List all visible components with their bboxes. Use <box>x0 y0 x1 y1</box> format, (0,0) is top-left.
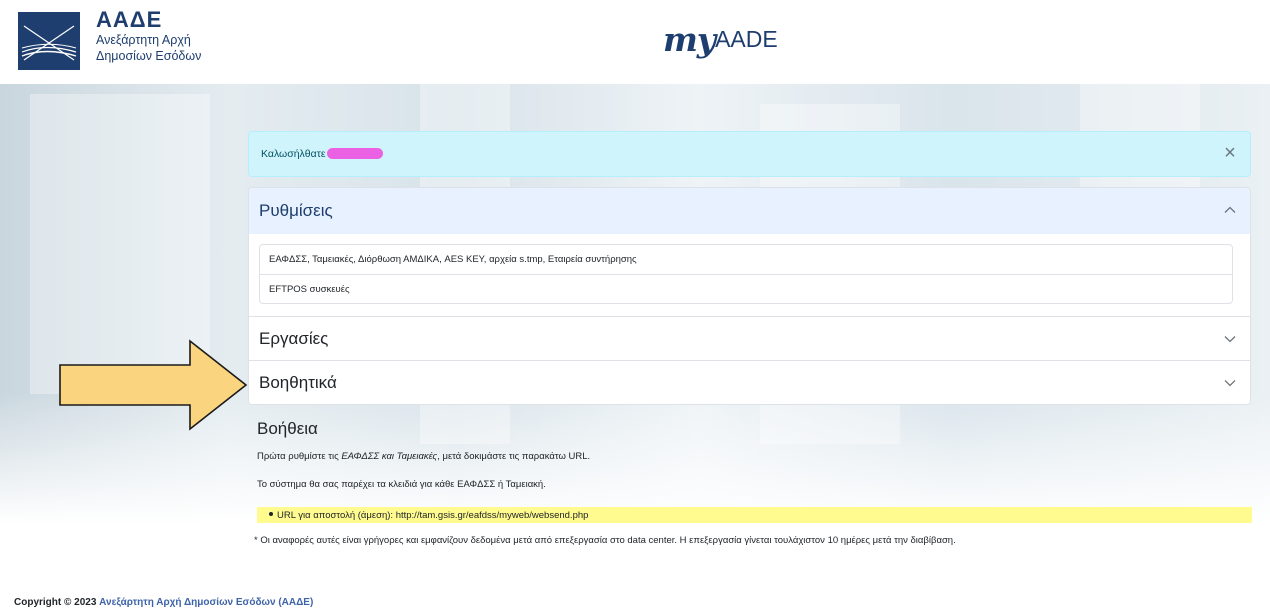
help-note: * Οι αναφορές αυτές είναι γρήγορες και ε… <box>254 535 956 546</box>
myaade-brand-logo[interactable]: myAADE <box>663 20 778 60</box>
help-p1-end: , μετά δοκιμάστε τις παρακάτω URL. <box>437 451 591 462</box>
menu-accordion: Ρυθμίσεις ΕΑΦΔΣΣ, Ταμειακές, Διόρθωση ΑΜ… <box>248 187 1251 405</box>
accordion-header-tasks[interactable]: Εργασίες <box>249 316 1250 360</box>
help-paragraph-1: Πρώτα ρυθμίστε τις ΕΑΦΔΣΣ και Ταμειακές,… <box>257 451 590 462</box>
welcome-alert: Καλωσήλθατε × <box>248 131 1251 177</box>
help-section: Βοήθεια Πρώτα ρυθμίστε τις ΕΑΦΔΣΣ και Τα… <box>254 419 1252 546</box>
help-url-item: URL για αποστολή (άμεση): http://tam.gsi… <box>257 507 1252 523</box>
brand-my: my <box>663 20 716 59</box>
list-item-eftpos[interactable]: EFTPOS συσκευές <box>260 274 1232 303</box>
accordion-header-settings[interactable]: Ρυθμίσεις <box>249 188 1250 234</box>
chevron-down-icon <box>1224 380 1236 387</box>
chevron-down-icon <box>1224 336 1236 343</box>
list-item-eafdss[interactable]: ΕΑΦΔΣΣ, Ταμειακές, Διόρθωση ΑΜΔΙΚΑ, AES … <box>260 245 1232 274</box>
accordion-title-tasks: Εργασίες <box>259 329 329 348</box>
brand-aade: AADE <box>715 26 778 52</box>
org-name-line1: Ανεξάρτητη Αρχή <box>96 33 191 47</box>
footer: Copyright © 2023 Ανεξάρτητη Αρχή Δημοσίω… <box>14 597 313 608</box>
footer-copyright: Copyright © 2023 <box>14 597 97 608</box>
footer-aade-link[interactable]: Ανεξάρτητη Αρχή Δημοσίων Εσόδων (ΑΑΔΕ) <box>99 597 313 608</box>
welcome-text: Καλωσήλθατε <box>261 148 326 160</box>
help-paragraph-2: Το σύστημα θα σας παρέχει τα κλειδιά για… <box>257 479 546 490</box>
redacted-username <box>327 148 383 159</box>
accordion-title-settings: Ρυθμίσεις <box>259 201 333 220</box>
aade-logo-icon[interactable] <box>18 12 80 70</box>
chevron-up-icon <box>1224 206 1236 213</box>
arrow-right-icon <box>59 339 248 431</box>
help-title: Βοήθεια <box>257 419 318 438</box>
help-p1-start: Πρώτα ρυθμίστε τις <box>257 451 342 462</box>
org-abbreviation: ΑΑΔΕ <box>96 7 163 32</box>
help-p1-emphasis: ΕΑΦΔΣΣ και Ταμειακές <box>341 451 438 462</box>
org-name-line2: Δημοσίων Εσόδων <box>96 49 202 63</box>
accordion-header-utilities[interactable]: Βοηθητικά <box>249 360 1250 404</box>
top-header: ΑΑΔΕ Ανεξάρτητη Αρχή Δημοσίων Εσόδων myA… <box>0 0 1270 84</box>
bullet-icon <box>269 512 273 516</box>
close-icon[interactable]: × <box>1220 143 1240 163</box>
settings-list: ΕΑΦΔΣΣ, Ταμειακές, Διόρθωση ΑΜΔΙΚΑ, AES … <box>259 244 1233 304</box>
accordion-title-utilities: Βοηθητικά <box>259 373 337 392</box>
help-url-text: URL για αποστολή (άμεση): http://tam.gsi… <box>277 510 589 521</box>
accordion-body-settings: ΕΑΦΔΣΣ, Ταμειακές, Διόρθωση ΑΜΔΙΚΑ, AES … <box>249 234 1250 316</box>
